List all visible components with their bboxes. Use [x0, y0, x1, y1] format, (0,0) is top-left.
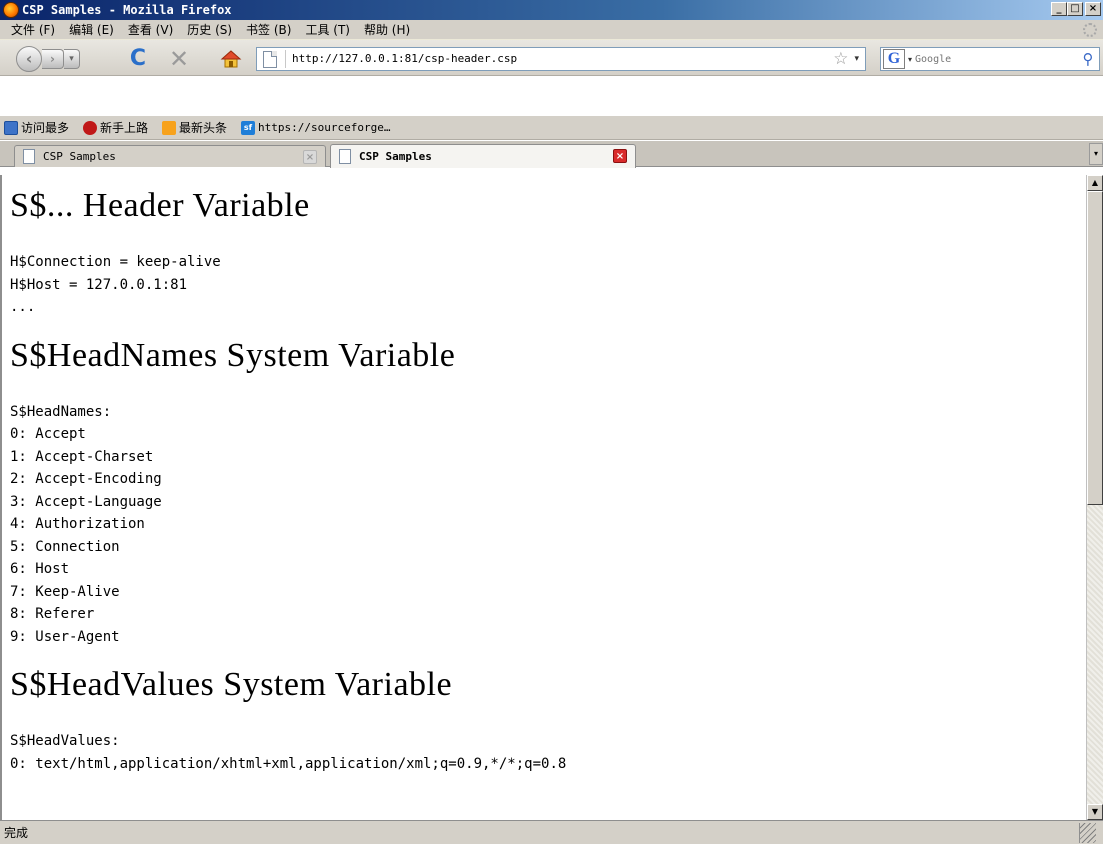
- content-line: 9: User-Agent: [10, 628, 120, 645]
- section-headvalues: S$HeadValues System Variable S$HeadValue…: [2, 666, 1086, 775]
- vertical-scrollbar[interactable]: ▲ ▼: [1086, 175, 1103, 820]
- stop-button[interactable]: ✕: [168, 45, 190, 73]
- content-line: S$HeadValues:: [10, 733, 120, 749]
- content-line: ...: [10, 299, 36, 315]
- content-line: 2: Accept-Encoding: [10, 471, 162, 487]
- content-line: 6: Host: [10, 561, 70, 577]
- menu-tools[interactable]: 工具 (T): [305, 21, 350, 38]
- status-text: 完成: [0, 822, 1080, 843]
- search-icon: [4, 120, 18, 135]
- window-controls: _ □ ×: [1051, 2, 1101, 16]
- close-window-button[interactable]: ×: [1085, 2, 1101, 16]
- content-line: 5: Connection: [10, 538, 120, 555]
- menu-view[interactable]: 查看 (V): [128, 21, 173, 38]
- bookmark-star-icon[interactable]: ☆: [833, 49, 848, 69]
- sourceforge-icon: sf: [241, 120, 256, 135]
- content-line: 8: Referer: [10, 606, 95, 622]
- content-line: H$Host = 127.0.0.1:81: [10, 276, 188, 293]
- tab-bar: CSP Samples × CSP Samples × ▾: [0, 141, 1103, 168]
- bookmark-label: 新手上路: [100, 121, 149, 135]
- reload-icon: C: [129, 46, 147, 71]
- content-line: S$HeadNames:: [10, 403, 112, 420]
- section-header-variable: S$... Header Variable H$Connection = kee…: [2, 187, 1086, 319]
- minimize-button[interactable]: _: [1051, 2, 1067, 16]
- menu-edit[interactable]: 编辑 (E): [69, 21, 114, 38]
- search-input[interactable]: [915, 49, 1077, 69]
- page-icon: [339, 149, 351, 164]
- forward-button[interactable]: ›: [42, 49, 64, 69]
- tab-csp-samples-2[interactable]: CSP Samples ×: [330, 144, 636, 168]
- bookmark-sourceforge[interactable]: sf https://sourceforge…: [241, 120, 391, 135]
- navigation-toolbar: ‹ › ▾ C ✕ http://127.0.0.1:81/csp-header…: [0, 40, 1103, 76]
- page-icon: [263, 50, 277, 68]
- status-bar: 完成: [0, 820, 1103, 844]
- section-heading: S$... Header Variable: [10, 187, 310, 224]
- rss-icon: [162, 120, 177, 135]
- section-heading: S$HeadNames System Variable: [10, 336, 456, 374]
- chevron-down-icon: ▾: [1093, 149, 1098, 158]
- section-heading: S$HeadValues System Variable: [10, 666, 453, 703]
- bookmark-label: 访问最多: [21, 121, 70, 135]
- bookmark-getting-started[interactable]: 新手上路: [83, 119, 148, 136]
- throbber-icon: [1083, 23, 1097, 37]
- stop-icon: ✕: [168, 45, 190, 73]
- chevron-down-icon: ▾: [69, 54, 74, 64]
- menu-history[interactable]: 历史 (S): [187, 21, 232, 38]
- content-line: 3: Accept-Language: [10, 493, 162, 510]
- resize-grip-icon[interactable]: [1080, 822, 1096, 843]
- close-tab-icon[interactable]: ×: [613, 149, 627, 163]
- back-button[interactable]: ‹: [16, 46, 42, 72]
- page-content: S$... Header Variable H$Connection = kee…: [0, 175, 1086, 820]
- content-line: 4: Authorization: [10, 516, 145, 532]
- content-line: 7: Keep-Alive: [10, 583, 120, 600]
- firefox-icon: [3, 2, 19, 18]
- maximize-button[interactable]: □: [1067, 2, 1083, 16]
- bug-icon: [83, 120, 98, 135]
- window-title: CSP Samples - Mozilla Firefox: [22, 3, 232, 17]
- bookmark-label: 最新头条: [179, 121, 228, 135]
- bookmark-latest-headlines[interactable]: 最新头条: [162, 119, 227, 136]
- scroll-up-arrow-icon[interactable]: ▲: [1087, 175, 1103, 191]
- forward-arrow-icon: ›: [50, 52, 55, 66]
- content-line: 0: text/html,application/xhtml+xml,appli…: [10, 755, 567, 772]
- google-engine-icon[interactable]: G: [883, 49, 905, 69]
- url-bar[interactable]: http://127.0.0.1:81/csp-header.csp ☆ ▾: [256, 47, 866, 71]
- bookmark-label: https://sourceforge…: [258, 121, 391, 134]
- search-icon[interactable]: ⚲: [1077, 49, 1099, 69]
- content-line: 1: Accept-Charset: [10, 448, 154, 465]
- menu-bookmarks[interactable]: 书签 (B): [246, 21, 291, 38]
- bookmarks-toolbar: 访问最多 新手上路 最新头条 sf https://sourceforge…: [0, 116, 1103, 140]
- tab-list-button[interactable]: ▾: [1089, 143, 1103, 165]
- bookmark-most-visited[interactable]: 访问最多: [4, 119, 69, 136]
- search-bar[interactable]: G ▾ ⚲: [880, 47, 1100, 71]
- reload-button[interactable]: C: [128, 48, 148, 70]
- engine-dropdown-icon[interactable]: ▾: [908, 55, 912, 64]
- tab-csp-samples-1[interactable]: CSP Samples ×: [14, 145, 326, 167]
- menu-file[interactable]: 文件 (F): [11, 21, 55, 38]
- tab-title: CSP Samples: [359, 150, 432, 163]
- page-icon: [23, 149, 35, 164]
- menu-help[interactable]: 帮助 (H): [364, 21, 410, 38]
- content-line: 0: Accept: [10, 426, 86, 442]
- url-dropdown-icon[interactable]: ▾: [854, 54, 859, 64]
- scrollbar-thumb[interactable]: [1087, 191, 1103, 505]
- menu-bar: 文件 (F) 编辑 (E) 查看 (V) 历史 (S) 书签 (B) 工具 (T…: [0, 20, 1103, 40]
- content-line: H$Connection = keep-alive: [10, 254, 221, 270]
- window-title-bar[interactable]: CSP Samples - Mozilla Firefox _ □ ×: [0, 0, 1103, 20]
- section-headnames: S$HeadNames System Variable S$HeadNames:…: [2, 337, 1086, 649]
- close-tab-icon[interactable]: ×: [303, 150, 317, 164]
- url-input[interactable]: http://127.0.0.1:81/csp-header.csp: [285, 50, 833, 68]
- home-button[interactable]: [220, 49, 242, 69]
- history-dropdown-button[interactable]: ▾: [64, 49, 80, 69]
- home-icon: [220, 50, 242, 68]
- tab-title: CSP Samples: [43, 150, 116, 163]
- back-arrow-icon: ‹: [25, 49, 33, 68]
- scroll-down-arrow-icon[interactable]: ▼: [1087, 804, 1103, 820]
